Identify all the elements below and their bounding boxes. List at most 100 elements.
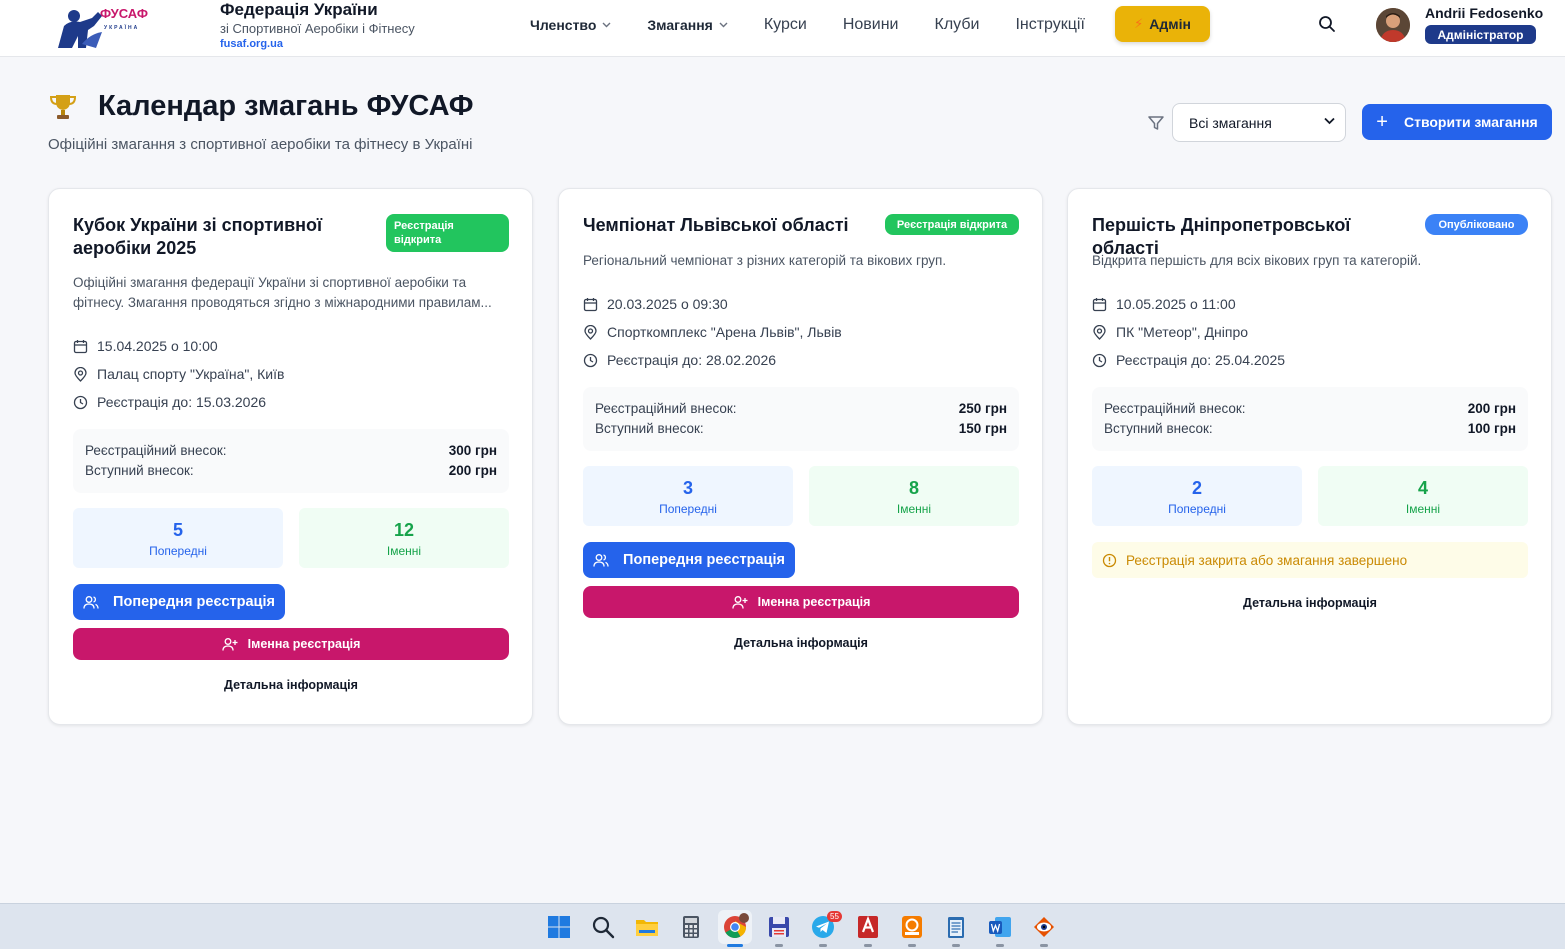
- chevron-down-icon: [719, 22, 728, 28]
- calendar-icon: [73, 339, 88, 353]
- user-plus-icon: [731, 595, 748, 609]
- taskbar-indicator: [775, 944, 783, 947]
- named-count: 4: [1417, 478, 1428, 498]
- calculator-icon[interactable]: [678, 914, 704, 940]
- save-app-icon[interactable]: [766, 914, 792, 940]
- nav-courses[interactable]: Курси: [764, 16, 807, 34]
- location-text: Спорткомплекс "Арена Львів", Львів: [607, 324, 842, 340]
- eye-app-icon[interactable]: [1031, 914, 1057, 940]
- registration-deadline: Реєстрація до: 28.02.2026: [583, 352, 776, 368]
- competition-title: Чемпіонат Львівської області: [583, 215, 849, 235]
- prelim-label: Попередні: [659, 502, 717, 516]
- registration-fee-value: 200 грн: [1467, 401, 1516, 416]
- registration-fee-value: 300 грн: [448, 443, 497, 458]
- clock-icon: [1092, 353, 1107, 367]
- details-link[interactable]: Детальна інформація: [1092, 596, 1528, 610]
- named-label: Іменні: [1405, 502, 1441, 516]
- taskbar-search-icon[interactable]: [590, 914, 616, 940]
- competition-filter-select[interactable]: Всі змагання: [1172, 103, 1346, 142]
- prelim-registrations-stat: 5 Попередні: [73, 508, 283, 568]
- admin-button-label: Адмін: [1149, 16, 1191, 32]
- named-label: Іменні: [896, 502, 932, 516]
- taskbar-indicator: [864, 944, 872, 947]
- admin-button[interactable]: ⚡ Адмін: [1115, 6, 1210, 42]
- entry-fee-label: Вступний внесок:: [85, 463, 194, 478]
- nav-competitions-label: Змагання: [647, 17, 713, 33]
- competition-description: Регіональний чемпіонат з різних категорі…: [583, 253, 947, 268]
- chevron-down-icon: [1324, 117, 1335, 125]
- prelim-registrations-stat: 2 Попередні: [1092, 466, 1302, 526]
- named-label: Іменні: [386, 544, 422, 558]
- status-badge: Опубліковано: [1425, 214, 1528, 235]
- entry-fee-row: Вступний внесок: 150 грн: [595, 419, 1007, 439]
- competition-title: Кубок України зі спортивної аеробіки 202…: [73, 215, 323, 258]
- prelim-registrations-stat: 3 Попередні: [583, 466, 793, 526]
- deadline-text: Реєстрація до: 28.02.2026: [607, 352, 777, 368]
- details-link[interactable]: Детальна інформація: [583, 636, 1019, 650]
- competition-datetime: 10.05.2025 о 11:00: [1092, 296, 1236, 312]
- prelim-registration-button[interactable]: Попередня реєстрація: [73, 584, 285, 620]
- fusaf-logo[interactable]: ФУСАФ УКРАЇНА: [52, 4, 148, 50]
- chrome-icon[interactable]: [718, 910, 752, 944]
- calendar-icon: [1092, 297, 1107, 311]
- brand-block: Федерація України зі Спортивної Аеробіки…: [220, 0, 415, 52]
- named-registration-label: Іменна реєстрація: [757, 595, 871, 609]
- named-registration-label: Іменна реєстрація: [247, 637, 361, 651]
- nav-competitions[interactable]: Змагання: [647, 17, 728, 33]
- file-explorer-icon[interactable]: [634, 914, 660, 940]
- search-icon[interactable]: [1318, 15, 1336, 33]
- pdf-app-icon[interactable]: [899, 914, 925, 940]
- prelim-registration-label: Попередня реєстрація: [623, 552, 785, 568]
- prelim-count: 5: [172, 520, 183, 540]
- autocad-icon[interactable]: [855, 914, 881, 940]
- nav-membership[interactable]: Членство: [530, 17, 611, 33]
- nav-clubs[interactable]: Клуби: [935, 16, 980, 34]
- details-link[interactable]: Детальна інформація: [73, 678, 509, 692]
- nav-news[interactable]: Новини: [843, 16, 899, 34]
- entry-fee-label: Вступний внесок:: [595, 421, 704, 436]
- clock-icon: [583, 353, 598, 367]
- create-competition-label: Створити змагання: [1403, 114, 1538, 130]
- brand-subtitle: зі Спортивної Аеробіки і Фітнесу: [220, 21, 415, 36]
- registration-fee-row: Реєстраційний внесок: 200 грн: [1104, 399, 1516, 419]
- prelim-label: Попередні: [149, 544, 207, 558]
- deadline-text: Реєстрація до: 15.03.2026: [97, 394, 267, 410]
- taskbar-active-indicator: [727, 944, 743, 947]
- user-name[interactable]: Andrii Fedosenko: [1425, 5, 1543, 21]
- prelim-registration-button[interactable]: Попередня реєстрація: [583, 542, 795, 578]
- registration-fee-row: Реєстраційний внесок: 300 грн: [85, 441, 497, 461]
- status-badge: Реєстрація відкрита: [885, 214, 1019, 235]
- datetime-text: 20.03.2025 о 09:30: [607, 296, 728, 312]
- create-competition-button[interactable]: + Створити змагання: [1362, 104, 1552, 140]
- avatar[interactable]: [1376, 8, 1410, 42]
- entry-fee-row: Вступний внесок: 100 грн: [1104, 419, 1516, 439]
- fee-box: Реєстраційний внесок: 250 грн Вступний вн…: [583, 387, 1019, 451]
- named-registration-button[interactable]: Іменна реєстрація: [73, 628, 509, 660]
- top-header: ФУСАФ УКРАЇНА Федерація України зі Спорт…: [0, 0, 1565, 57]
- entry-fee-row: Вступний внесок: 200 грн: [85, 461, 497, 481]
- nav-instructions[interactable]: Інструкції: [1015, 16, 1085, 34]
- competition-location: Палац спорту "Україна", Київ: [73, 366, 284, 382]
- named-registrations-stat: 8 Іменні: [809, 466, 1019, 526]
- map-pin-icon: [584, 324, 597, 340]
- fee-box: Реєстраційний внесок: 200 грн Вступний вн…: [1092, 387, 1528, 451]
- taskbar-indicator: [996, 944, 1004, 947]
- user-plus-icon: [221, 637, 238, 651]
- brand-link[interactable]: fusaf.org.ua: [220, 37, 415, 52]
- entry-fee-value: 100 грн: [1467, 421, 1516, 436]
- deadline-text: Реєстрація до: 25.04.2025: [1116, 352, 1286, 368]
- registration-deadline: Реєстрація до: 25.04.2025: [1092, 352, 1285, 368]
- registration-fee-label: Реєстраційний внесок:: [1104, 401, 1246, 416]
- word-icon[interactable]: [987, 914, 1013, 940]
- prelim-count: 2: [1191, 478, 1202, 498]
- taskbar-indicator: [908, 944, 916, 947]
- fee-box: Реєстраційний внесок: 300 грн Вступний вн…: [73, 429, 509, 493]
- svg-text:УКРАЇНА: УКРАЇНА: [104, 24, 139, 31]
- named-registration-button[interactable]: Іменна реєстрація: [583, 586, 1019, 618]
- windows-start-icon[interactable]: [546, 914, 572, 940]
- notepad-icon[interactable]: [943, 914, 969, 940]
- nav-membership-label: Членство: [530, 17, 597, 33]
- registration-fee-label: Реєстраційний внесок:: [85, 443, 227, 458]
- entry-fee-label: Вступний внесок:: [1104, 421, 1213, 436]
- registration-deadline: Реєстрація до: 15.03.2026: [73, 394, 266, 410]
